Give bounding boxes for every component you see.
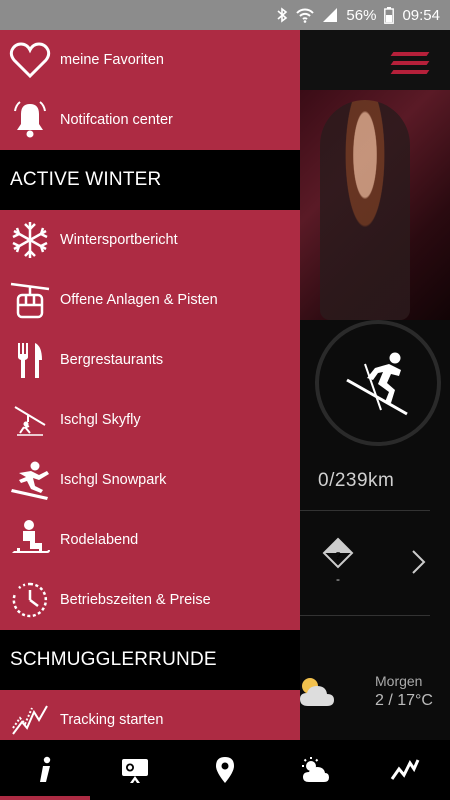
snowboarder-icon bbox=[8, 456, 52, 504]
menu-item-offene-anlagen[interactable]: Offene Anlagen & Pisten bbox=[0, 270, 300, 330]
menu-item-label: Ischgl Snowpark bbox=[60, 472, 167, 488]
battery-percent: 56% bbox=[346, 6, 377, 24]
menu-item-wintersportbericht[interactable]: Wintersportbericht bbox=[0, 210, 300, 270]
tab-activity[interactable] bbox=[360, 740, 450, 800]
tab-weather[interactable] bbox=[270, 740, 360, 800]
chevron-right-icon[interactable] bbox=[408, 548, 428, 576]
clock-icon bbox=[8, 576, 52, 624]
skier-icon bbox=[346, 352, 408, 416]
divider bbox=[300, 510, 430, 511]
menu-item-ischgl-skyfly[interactable]: Ischgl Skyfly bbox=[0, 390, 300, 450]
menu-item-label: Notifcation center bbox=[60, 112, 173, 128]
info-icon bbox=[40, 756, 51, 782]
menu-item-favoriten[interactable]: meine Favoriten bbox=[0, 30, 300, 90]
forecast-temperature: 2 / 17°C bbox=[375, 692, 433, 709]
menu-item-bergrestaurants[interactable]: Bergrestaurants bbox=[0, 330, 300, 390]
clock-time: 09:54 bbox=[402, 6, 440, 24]
section-header-schmugglerrunde: SCHMUGGLERRUNDE bbox=[0, 630, 300, 690]
menu-item-label: Bergrestaurants bbox=[60, 352, 164, 368]
weather-icon bbox=[302, 757, 329, 782]
webcam-icon bbox=[122, 759, 148, 783]
partly-cloudy-icon bbox=[300, 678, 334, 706]
snowflake-icon bbox=[8, 216, 52, 264]
battery-icon bbox=[384, 6, 395, 24]
bell-icon bbox=[8, 96, 52, 144]
menu-item-label: Rodelabend bbox=[60, 532, 139, 548]
menu-item-betriebszeiten[interactable]: Betriebszeiten & Preise bbox=[0, 570, 300, 630]
menu-item-notification-center[interactable]: Notifcation center bbox=[0, 90, 300, 150]
menu-item-label: Wintersportbericht bbox=[60, 232, 178, 248]
menu-item-tracking-starten[interactable]: Tracking starten bbox=[0, 690, 300, 740]
divider bbox=[300, 615, 430, 616]
avalanche-warning-icon[interactable]: ? bbox=[322, 537, 354, 569]
signal-icon bbox=[323, 8, 338, 22]
menu-item-label: Tracking starten bbox=[60, 712, 164, 728]
sled-icon bbox=[8, 516, 52, 564]
forecast-label: Morgen bbox=[375, 673, 423, 689]
gondola-icon bbox=[8, 276, 52, 324]
tab-info[interactable] bbox=[0, 740, 90, 800]
menu-item-ischgl-snowpark[interactable]: Ischgl Snowpark bbox=[0, 450, 300, 510]
avalanche-warning-value: - bbox=[336, 572, 340, 586]
section-header-active-winter: ACTIVE WINTER bbox=[0, 150, 300, 210]
hero-image bbox=[300, 90, 450, 320]
menu-item-label: Offene Anlagen & Pisten bbox=[60, 292, 218, 308]
tab-map[interactable] bbox=[180, 740, 270, 800]
bottom-navigation bbox=[0, 740, 450, 800]
heart-icon bbox=[8, 36, 52, 84]
hero-person bbox=[320, 100, 410, 320]
km-counter: 0/239km bbox=[318, 470, 395, 491]
menu-icon[interactable] bbox=[390, 52, 430, 74]
menu-item-rodelabend[interactable]: Rodelabend bbox=[0, 510, 300, 570]
menu-item-label: Ischgl Skyfly bbox=[60, 412, 141, 428]
zipline-icon bbox=[8, 396, 52, 444]
fork-knife-icon bbox=[8, 336, 52, 384]
menu-item-label: Betriebszeiten & Preise bbox=[60, 592, 211, 608]
menu-item-label: meine Favoriten bbox=[60, 52, 164, 68]
navigation-drawer: meine Favoriten Notifcation center ACTIV… bbox=[0, 30, 300, 740]
svg-text:?: ? bbox=[335, 551, 341, 562]
bluetooth-icon bbox=[277, 7, 288, 23]
wifi-icon bbox=[296, 8, 315, 23]
location-pin-icon bbox=[216, 757, 234, 783]
tracking-icon bbox=[8, 696, 52, 740]
activity-icon bbox=[390, 759, 420, 780]
tab-webcam[interactable] bbox=[90, 740, 180, 800]
status-bar: 56% 09:54 bbox=[0, 0, 450, 30]
